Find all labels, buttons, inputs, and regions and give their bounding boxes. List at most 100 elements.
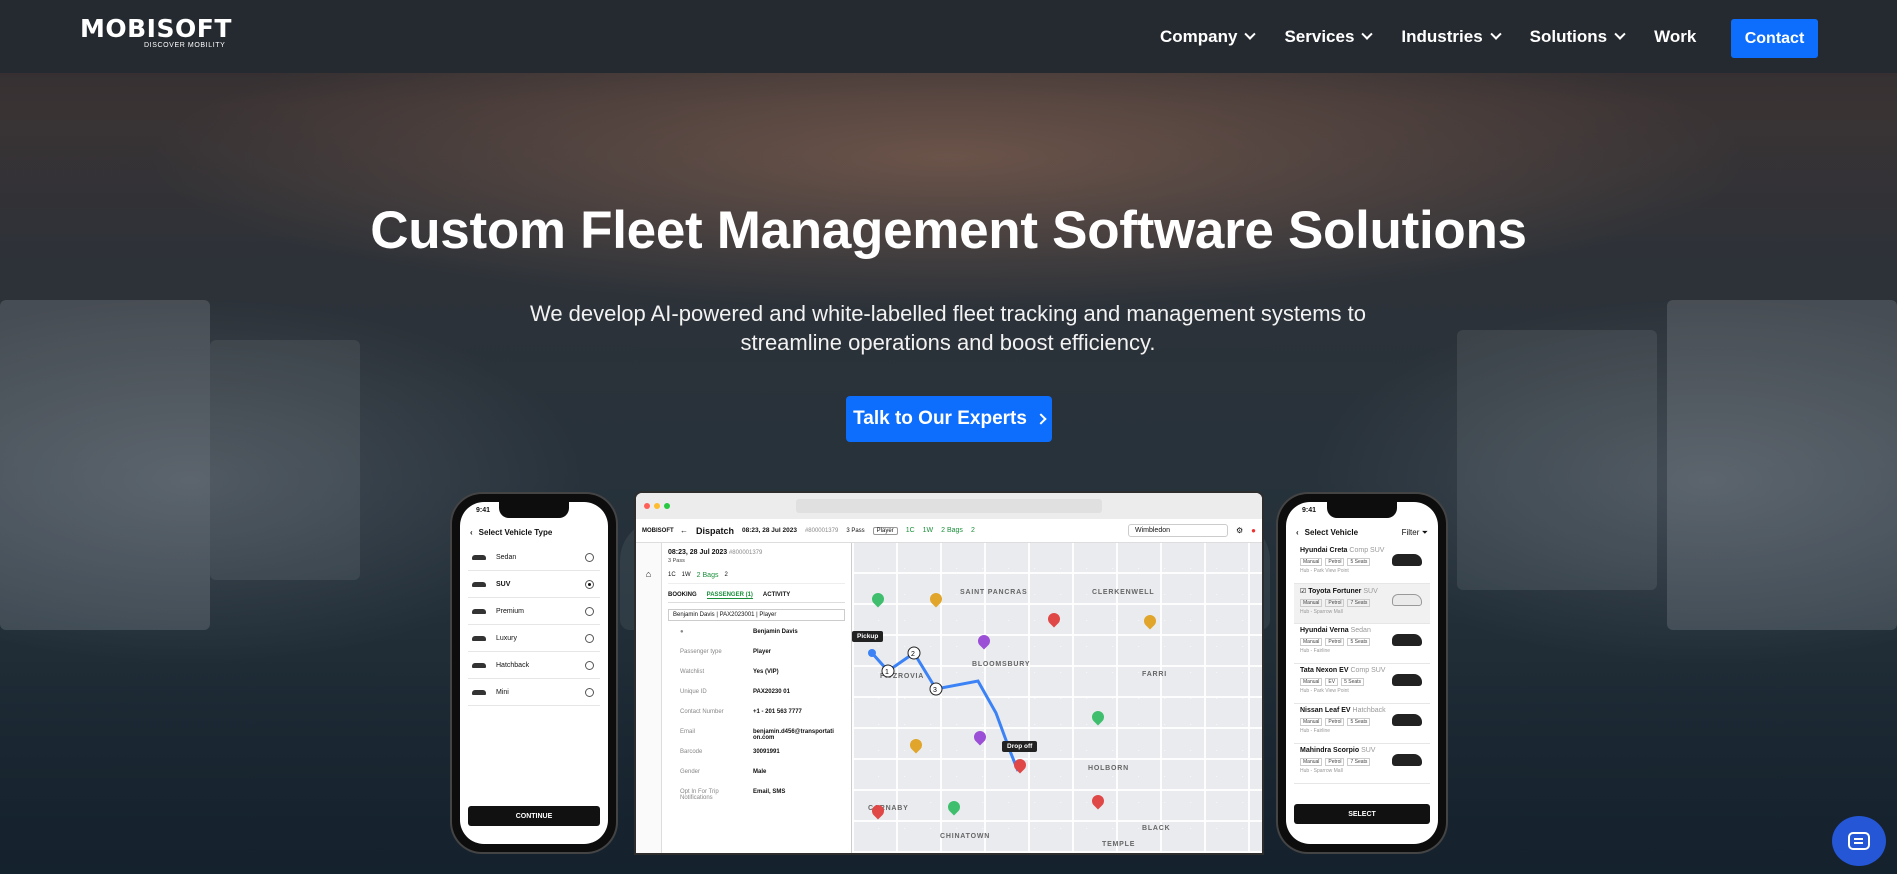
vehicle-card[interactable]: ☑ Toyota Fortuner SUV Manual Petrol 7 Seat… <box>1294 584 1430 624</box>
talk-to-experts-button[interactable]: Talk to Our Experts <box>846 396 1052 442</box>
vehicle-class: Sedan <box>1350 627 1371 634</box>
vehicle-card[interactable]: Nissan Leaf EV Hatchback Manual Petrol 5 S… <box>1294 704 1430 744</box>
settings-icon[interactable]: ⚙ <box>1236 526 1243 535</box>
vehicle-type-option[interactable]: Mini <box>468 679 600 706</box>
chevron-down-icon <box>1361 28 1374 40</box>
vehicle-type-option[interactable]: Luxury <box>468 625 600 652</box>
tag: Manual <box>1300 558 1323 566</box>
car-icon <box>472 635 486 641</box>
chevron-right-icon <box>1035 413 1047 425</box>
notification-icon[interactable]: ● <box>1251 526 1256 535</box>
radio-button[interactable] <box>585 633 594 643</box>
field-value: Male <box>753 769 767 775</box>
filter-label: Filter <box>1401 528 1420 537</box>
contact-button[interactable]: Contact <box>1731 19 1818 58</box>
nav-solutions[interactable]: Solutions <box>1530 27 1626 47</box>
home-icon[interactable]: ⌂ <box>636 569 661 579</box>
vehicle-card[interactable]: Hyundai Verna Sedan Manual Petrol 5 Seats … <box>1294 624 1430 664</box>
continue-button[interactable]: CONTINUE <box>468 806 600 826</box>
car-icon <box>1392 594 1422 606</box>
tab-passenger[interactable]: PASSENGER (1) <box>706 592 753 599</box>
filter-button[interactable]: Filter ⏷ <box>1402 528 1428 538</box>
option-label: Hatchback <box>496 661 530 669</box>
hero-subtitle: We develop AI-powered and white-labelled… <box>448 299 1448 357</box>
back-icon[interactable]: ‹ <box>470 528 473 537</box>
field-value: PAX20230 01 <box>753 689 790 695</box>
nav-work[interactable]: Work <box>1654 27 1696 47</box>
tag: Manual <box>1300 718 1323 726</box>
tag: Petrol <box>1325 599 1345 607</box>
chevron-down-icon <box>1490 28 1502 40</box>
option-label: Luxury <box>496 634 518 642</box>
radio-button[interactable] <box>585 606 594 616</box>
vehicle-type-option[interactable]: Premium <box>468 598 600 625</box>
count: 1C <box>668 572 676 578</box>
location-select[interactable]: Wimbledon <box>1127 524 1228 537</box>
vehicle-card[interactable]: Mahindra Scorpio SUV Manual Petrol 7 Seats… <box>1294 744 1430 784</box>
count-chip: 1C <box>905 527 915 534</box>
radio-button[interactable] <box>585 579 594 589</box>
role-chip: Player <box>872 526 898 535</box>
select-button[interactable]: SELECT <box>1294 804 1430 824</box>
option-label: Premium <box>496 607 525 615</box>
nav-services[interactable]: Services <box>1284 27 1374 47</box>
panel-tabs: BOOKING PASSENGER (1) ACTIVITY <box>668 592 845 603</box>
route-line: 1 2 3 <box>868 646 1020 772</box>
hero-subtitle-line: We develop AI-powered and white-labelled… <box>529 301 1367 326</box>
phone-screen: 9:41 ‹ Select Vehicle Type Sedan SUV Pre… <box>460 502 608 844</box>
count: 1W <box>681 572 691 578</box>
logo[interactable]: MOBISOFT DISCOVER MOBILITY <box>80 16 232 50</box>
booking-header: 08:23, 28 Jul 2023 #800001379 <box>668 549 845 556</box>
checkbox-icon[interactable]: ☑ <box>1300 588 1306 595</box>
vehicle-type-option[interactable]: SUV <box>468 571 600 598</box>
booking-ref: #800001379 <box>728 550 763 556</box>
radio-button[interactable] <box>585 687 594 697</box>
tag: Manual <box>1300 678 1323 686</box>
radio-button[interactable] <box>585 552 594 562</box>
nav-company[interactable]: Company <box>1160 26 1257 47</box>
logo-tagline: DISCOVER MOBILITY <box>144 42 226 49</box>
vehicle-card[interactable]: Tata Nexon EV Comp SUV Manual EV 5 Seats H… <box>1294 664 1430 704</box>
vehicle-type-option[interactable]: Hatchback <box>468 652 600 679</box>
phone-notch <box>1327 502 1397 518</box>
phone-mockup-right: 9:41 ‹ Select Vehicle Filter ⏷ Hyundai C… <box>1278 494 1446 852</box>
field-key: Gender <box>680 769 701 775</box>
tag: Manual <box>1300 599 1323 607</box>
chat-button[interactable] <box>1832 816 1886 866</box>
field-key: Email <box>680 729 696 735</box>
dispatch-toolbar: MOBISOFT ← Dispatch 08:23, 28 Jul 2023 #… <box>636 519 1262 543</box>
tab-booking[interactable]: BOOKING <box>668 592 697 599</box>
filter-icon: ⏷ <box>1421 528 1428 537</box>
field-row: Opt In For Trip Notifications Email, SMS <box>668 789 845 801</box>
maximize-dot-icon <box>664 503 670 509</box>
vehicle-class: Comp SUV <box>1350 667 1386 674</box>
back-icon[interactable]: ← <box>680 526 688 535</box>
truck-silhouette <box>1457 330 1657 590</box>
phone-title-text: Select Vehicle <box>1304 528 1359 537</box>
nav-label: Work <box>1654 26 1697 46</box>
tag: 7 Seats <box>1347 599 1371 607</box>
avatar: ● <box>680 629 684 635</box>
option-label: Sedan <box>496 553 517 561</box>
vehicle-card[interactable]: Hyundai Creta Comp SUV Manual Petrol 5 Sea… <box>1294 544 1430 584</box>
truck-silhouette <box>0 300 210 630</box>
car-icon <box>472 689 486 695</box>
car-icon <box>472 608 486 614</box>
cta-label: Talk to Our Experts <box>853 408 1027 429</box>
app-sidebar: ⌂ <box>636 543 662 853</box>
route-map[interactable]: SAINT PANCRAS CLERKENWELL BLOOMSBURY FIT… <box>852 543 1262 853</box>
address-bar[interactable] <box>796 499 1102 513</box>
nav-industries[interactable]: Industries <box>1401 27 1502 47</box>
nav-label: Company <box>1160 26 1238 46</box>
back-icon[interactable]: ‹ <box>1296 528 1299 537</box>
vehicle-name: Nissan Leaf EV <box>1300 707 1351 714</box>
stop-number: 2 <box>911 651 915 658</box>
vehicle-type-option[interactable]: Sedan <box>468 544 600 571</box>
tab-activity[interactable]: ACTIVITY <box>763 592 790 599</box>
chat-icon <box>1848 832 1870 850</box>
radio-button[interactable] <box>585 660 594 670</box>
passenger-select[interactable]: Benjamin Davis | PAX2023001 | Player <box>668 609 845 621</box>
field-key: Contact Number <box>680 709 724 715</box>
dispatch-ref: #800001379 <box>804 527 839 534</box>
site-header: MOBISOFT DISCOVER MOBILITY Company Servi… <box>0 0 1897 73</box>
